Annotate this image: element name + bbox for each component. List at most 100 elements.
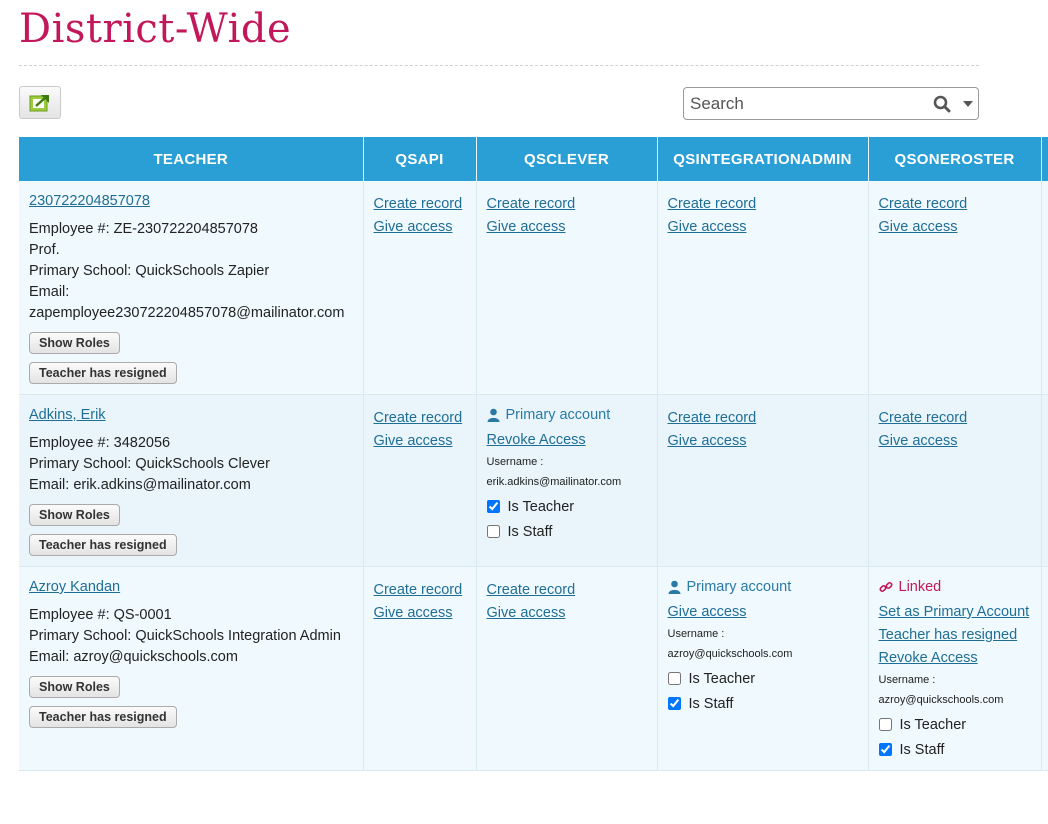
is-teacher-option[interactable]: Is Teacher bbox=[486, 496, 647, 517]
create-record-link[interactable]: Create record bbox=[487, 579, 647, 602]
create-record-link[interactable]: Create record bbox=[668, 193, 858, 216]
qsintegrationadmin-cell: Create record Give access bbox=[657, 394, 869, 567]
username-value: azroy@quickschools.com bbox=[878, 694, 1004, 706]
table-row: Adkins, Erik Employee #: 3482056 Primary… bbox=[19, 394, 1048, 567]
create-record-link[interactable]: Create record bbox=[668, 407, 858, 430]
create-record-link[interactable]: Create record bbox=[879, 407, 1031, 430]
teacher-name-link[interactable]: 230722204857078 bbox=[29, 193, 150, 209]
primary-account-indicator: Primary account bbox=[668, 579, 858, 595]
teacher-name-link[interactable]: Azroy Kandan bbox=[29, 579, 120, 595]
linked-label: Linked bbox=[898, 579, 942, 595]
table-row: Azroy Kandan Employee #: QS-0001 Primary… bbox=[19, 566, 1048, 771]
user-icon bbox=[668, 580, 680, 594]
username-label: Username : bbox=[878, 674, 936, 686]
extra-cell bbox=[1041, 181, 1048, 395]
username-value: azroy@quickschools.com bbox=[667, 648, 793, 660]
qsapi-cell: Create record Give access bbox=[363, 566, 477, 771]
is-staff-checkbox[interactable] bbox=[878, 743, 892, 756]
search-input[interactable] bbox=[684, 88, 914, 119]
give-access-link[interactable]: Give access bbox=[668, 601, 858, 624]
email-value: zapemployee230722204857078@mailinator.co… bbox=[29, 305, 345, 321]
give-access-link[interactable]: Give access bbox=[374, 216, 466, 239]
is-staff-option[interactable]: Is Staff bbox=[486, 521, 647, 542]
page-title: District-Wide bbox=[19, 6, 292, 52]
show-roles-button[interactable]: Show Roles bbox=[29, 676, 120, 698]
is-teacher-checkbox[interactable] bbox=[486, 500, 500, 513]
export-icon bbox=[29, 94, 49, 111]
linked-indicator: Linked bbox=[878, 579, 1031, 595]
primary-account-indicator: Primary account bbox=[487, 407, 647, 423]
teacher-name-link[interactable]: Adkins, Erik bbox=[29, 407, 106, 423]
username-value: erik.adkins@mailinator.com bbox=[486, 476, 622, 488]
qsclever-cell: Create record Give access bbox=[476, 566, 658, 771]
give-access-link[interactable]: Give access bbox=[879, 216, 1031, 239]
qsoneroster-cell: Create record Give access bbox=[868, 181, 1042, 395]
chevron-down-icon[interactable] bbox=[963, 101, 973, 107]
qsapi-cell: Create record Give access bbox=[363, 394, 477, 567]
column-header-teacher: TEACHER bbox=[19, 137, 364, 181]
primary-school: Primary School: QuickSchools Clever bbox=[29, 456, 270, 472]
teacher-cell: Azroy Kandan Employee #: QS-0001 Primary… bbox=[19, 566, 364, 771]
is-teacher-option[interactable]: Is Teacher bbox=[878, 714, 1031, 735]
give-access-link[interactable]: Give access bbox=[668, 216, 858, 239]
create-record-link[interactable]: Create record bbox=[374, 579, 466, 602]
primary-account-label: Primary account bbox=[686, 579, 792, 595]
give-access-link[interactable]: Give access bbox=[668, 430, 858, 453]
primary-school: Primary School: QuickSchools Zapier bbox=[29, 263, 270, 279]
column-header-qsoneroster: QSONEROSTER bbox=[868, 137, 1042, 181]
primary-school: Primary School: QuickSchools Integration… bbox=[29, 628, 341, 644]
is-staff-option[interactable]: Is Staff bbox=[878, 739, 1031, 760]
show-roles-button[interactable]: Show Roles bbox=[29, 504, 120, 526]
qsoneroster-cell: Linked Set as Primary Account Teacher ha… bbox=[868, 566, 1042, 771]
column-header-qsclever: QSCLEVER bbox=[476, 137, 658, 181]
set-primary-account-link[interactable]: Set as Primary Account bbox=[879, 601, 1031, 624]
export-button[interactable] bbox=[19, 86, 61, 119]
teacher-title: Prof. bbox=[29, 242, 60, 258]
teacher-resigned-link[interactable]: Teacher has resigned bbox=[879, 624, 1031, 647]
email: Email: erik.adkins@mailinator.com bbox=[29, 477, 251, 493]
link-icon bbox=[878, 581, 893, 593]
give-access-link[interactable]: Give access bbox=[879, 430, 1031, 453]
revoke-access-link[interactable]: Revoke Access bbox=[879, 647, 1031, 670]
column-header-extra bbox=[1041, 137, 1048, 181]
is-teacher-option[interactable]: Is Teacher bbox=[667, 668, 858, 689]
column-header-qsapi: QSAPI bbox=[363, 137, 477, 181]
give-access-link[interactable]: Give access bbox=[487, 216, 647, 239]
is-staff-checkbox[interactable] bbox=[667, 697, 681, 710]
column-header-qsintegrationadmin: QSINTEGRATIONADMIN bbox=[657, 137, 869, 181]
teacher-resigned-button[interactable]: Teacher has resigned bbox=[29, 706, 177, 728]
create-record-link[interactable]: Create record bbox=[487, 193, 647, 216]
teacher-resigned-button[interactable]: Teacher has resigned bbox=[29, 362, 177, 384]
create-record-link[interactable]: Create record bbox=[374, 407, 466, 430]
give-access-link[interactable]: Give access bbox=[487, 602, 647, 625]
teacher-cell: Adkins, Erik Employee #: 3482056 Primary… bbox=[19, 394, 364, 567]
is-teacher-checkbox[interactable] bbox=[878, 718, 892, 731]
extra-cell bbox=[1041, 566, 1048, 771]
email: Email: azroy@quickschools.com bbox=[29, 649, 238, 665]
qsapi-cell: Create record Give access bbox=[363, 181, 477, 395]
give-access-link[interactable]: Give access bbox=[374, 430, 466, 453]
create-record-link[interactable]: Create record bbox=[374, 193, 466, 216]
qsintegrationadmin-cell: Primary account Give access Username : a… bbox=[657, 566, 869, 771]
search-box[interactable] bbox=[683, 87, 979, 120]
employee-number: Employee #: QS-0001 bbox=[29, 607, 172, 623]
qsoneroster-cell: Create record Give access bbox=[868, 394, 1042, 567]
username-label: Username : bbox=[486, 456, 544, 468]
email-label: Email: bbox=[29, 284, 70, 300]
create-record-link[interactable]: Create record bbox=[879, 193, 1031, 216]
revoke-access-link[interactable]: Revoke Access bbox=[487, 429, 647, 452]
search-icon[interactable] bbox=[933, 95, 951, 113]
teacher-resigned-button[interactable]: Teacher has resigned bbox=[29, 534, 177, 556]
title-divider bbox=[19, 65, 979, 66]
qsintegrationadmin-cell: Create record Give access bbox=[657, 181, 869, 395]
give-access-link[interactable]: Give access bbox=[374, 602, 466, 625]
show-roles-button[interactable]: Show Roles bbox=[29, 332, 120, 354]
qsclever-cell: Primary account Revoke Access Username :… bbox=[476, 394, 658, 567]
is-staff-checkbox[interactable] bbox=[486, 525, 500, 538]
extra-cell bbox=[1041, 394, 1048, 567]
is-staff-option[interactable]: Is Staff bbox=[667, 693, 858, 714]
employee-number: Employee #: ZE-230722204857078 bbox=[29, 221, 258, 237]
primary-account-label: Primary account bbox=[505, 407, 611, 423]
is-teacher-checkbox[interactable] bbox=[667, 672, 681, 685]
teacher-accounts-table: TEACHER QSAPI QSCLEVER QSINTEGRATIONADMI… bbox=[19, 137, 1048, 824]
